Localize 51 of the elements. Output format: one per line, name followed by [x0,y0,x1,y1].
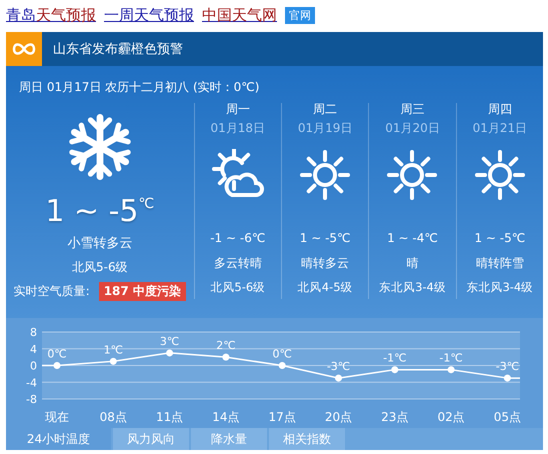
day-wind: 东北风3-4级 [379,280,446,295]
temperature-unit: ℃ [138,196,154,212]
value-label: 3℃ [160,334,180,348]
day-date: 01月18日 [210,120,266,137]
time-label: 现在 [45,410,69,424]
value-label: -1℃ [439,352,463,365]
day-name: 周二 [313,101,338,118]
day-wind: 北风4-5级 [298,280,353,295]
value-label: -1℃ [383,352,406,365]
axis-tick-label: -8 [26,393,37,406]
axis-tick-label: -4 [26,376,37,390]
date-line: 周日 01月17日 农历十二月初八 (实时：0℃) [18,79,260,96]
time-label: 02点 [437,410,465,424]
value-label: 0℃ [47,348,67,360]
day-weather: 晴 [406,255,418,272]
time-label: 20点 [324,410,352,424]
day-name: 周一 [226,101,250,118]
day-temperature: 1 ~ -4℃ [387,231,438,245]
time-label: 23点 [381,410,408,424]
time-label: 17点 [268,410,296,424]
day-weather: 晴转阵雪 [476,255,524,272]
day-date: 01月21日 [472,120,528,137]
day-name: 周四 [488,101,512,118]
today-wind: 北风5-6级 [72,259,128,276]
air-quality-badge: 187 中度污染 [98,282,186,301]
axis-tick-label: 4 [30,342,37,356]
time-label: 11点 [156,410,184,424]
day-temperature: -1 ~ -6℃ [210,231,266,245]
day-date: 01月19日 [298,120,352,137]
value-label: -3℃ [496,360,520,374]
time-label: 14点 [212,410,240,424]
time-label: 08点 [100,410,127,424]
air-quality-label: 实时空气质量: [14,283,90,300]
day-weather: 多云转晴 [214,255,262,272]
time-label: 05点 [494,410,522,424]
day-wind: 北风5-6级 [210,280,266,295]
value-label: -3℃ [326,360,350,374]
day-wind: 东北风3-4级 [466,280,534,295]
official-badge: 官网 [285,7,315,24]
day-temperature: 1 ~ -5℃ [474,231,526,245]
value-label: 1℃ [104,343,123,356]
axis-tick-label: 8 [30,326,37,339]
day-temperature: 1 ~ -5℃ [300,231,351,245]
axis-tick-label: 0 [30,360,37,372]
value-label: 2℃ [216,339,236,352]
today-weather: 小雪转多云 [67,235,132,252]
today-temperature: 1 ~ -5 [45,194,139,229]
day-weather: 晴转多云 [301,255,350,272]
day-date: 01月20日 [385,120,440,137]
day-name: 周三 [400,101,424,118]
value-label: 0℃ [272,348,292,360]
